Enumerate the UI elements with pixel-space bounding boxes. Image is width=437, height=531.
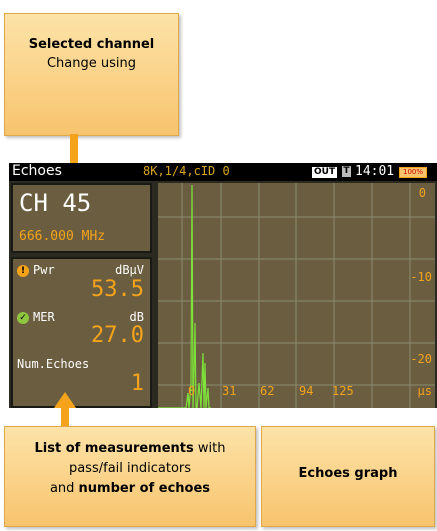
echoes-label: Num.Echoes	[17, 357, 90, 371]
mer-unit: dB	[129, 310, 144, 324]
battery-icon: 100%	[399, 167, 427, 178]
echoes-graph-callout: Echoes graph	[261, 426, 435, 527]
x-unit: µs	[418, 384, 432, 398]
callout-line-1: List of measurements with	[34, 441, 226, 456]
callout-text: Change using	[46, 56, 137, 71]
channel-frequency: 666.000 MHz	[19, 229, 106, 244]
t-badge: T	[342, 166, 351, 177]
callout-line-3: and number of echoes	[49, 481, 211, 496]
selected-channel-callout: Selected channel Change using	[4, 13, 179, 136]
channel-panel[interactable]: CH 45 666.000 MHz	[11, 183, 152, 253]
out-badge: OUT	[311, 166, 339, 179]
y-label-20: -20	[410, 352, 432, 366]
device-screen: Echoes 8K,1/4,cID 0 OUT T 14:01 100% CH …	[9, 163, 437, 408]
mer-label: MER	[33, 310, 55, 324]
y-label-10: -10	[410, 270, 432, 284]
warning-icon: !	[17, 265, 29, 277]
measurements-panel: ! Pwr dBµV 53.5 ✓ MER dB 27.0 Num.Echoes…	[11, 257, 152, 408]
status-bar: Echoes 8K,1/4,cID 0 OUT T 14:01 100%	[9, 163, 437, 181]
check-icon: ✓	[17, 312, 29, 324]
x-label-62: 62	[260, 384, 274, 398]
pwr-value: 53.5	[91, 277, 144, 302]
x-label-94: 94	[299, 384, 313, 398]
channel-label: CH 45	[19, 189, 92, 217]
x-label-125: 125	[332, 384, 354, 398]
callout-title: Echoes graph	[298, 466, 398, 481]
mode-info: 8K,1/4,cID 0	[143, 164, 230, 178]
mer-value: 27.0	[91, 323, 144, 348]
x-label-31: 31	[222, 384, 236, 398]
callout-title: Selected channel	[28, 37, 155, 52]
echo-trace	[158, 184, 211, 408]
clock: 14:01	[355, 164, 395, 179]
pwr-label: Pwr	[33, 263, 55, 277]
measurements-callout: List of measurements with pass/fail indi…	[4, 426, 256, 527]
callout-line-2: pass/fail indicators	[68, 461, 192, 476]
x-label-0: 0	[188, 384, 195, 398]
callout-arrow	[61, 406, 69, 426]
screen-title: Echoes	[12, 163, 62, 179]
y-label-0: 0	[419, 186, 426, 200]
echoes-graph: 0 -10 -20 0 31 62 94 125 µs	[158, 183, 435, 408]
echoes-value: 1	[130, 371, 144, 396]
pwr-unit: dBµV	[115, 263, 144, 277]
